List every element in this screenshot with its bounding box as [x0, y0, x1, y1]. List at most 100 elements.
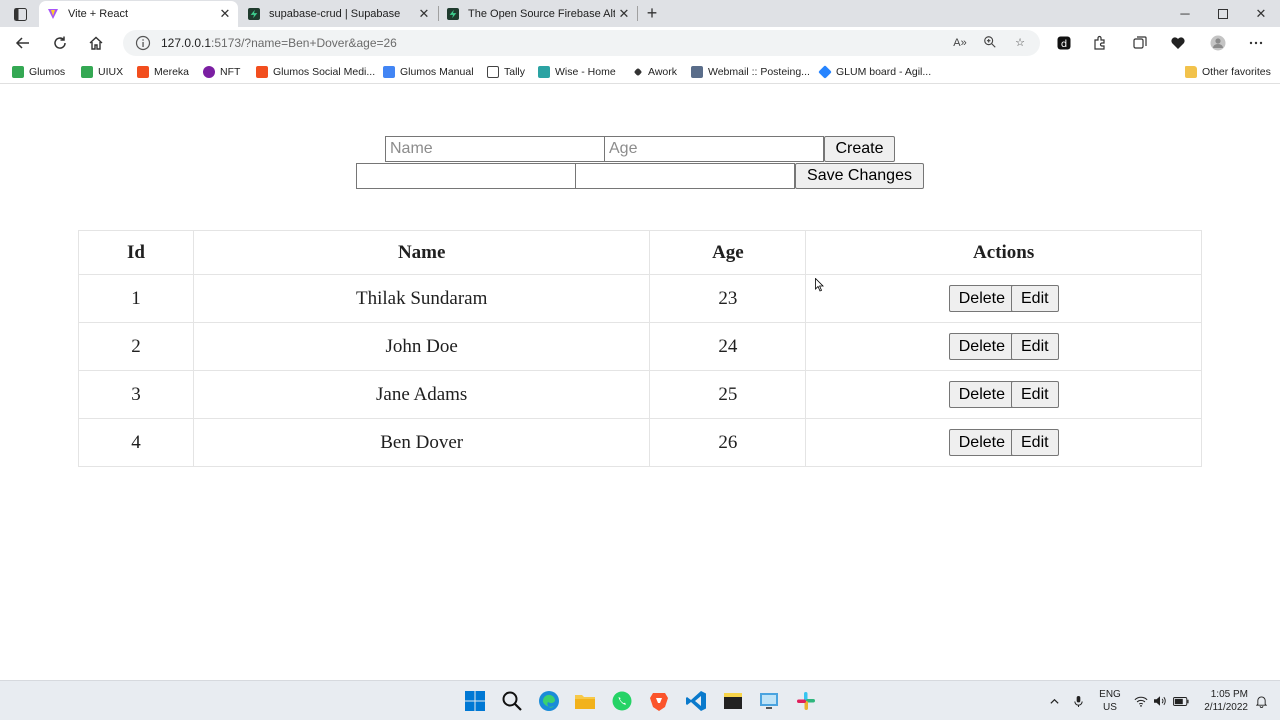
tab-title: The Open Source Firebase Altern — [468, 8, 615, 20]
page-icon — [487, 65, 499, 78]
vscode-icon[interactable] — [685, 690, 707, 712]
whatsapp-icon[interactable] — [611, 690, 633, 712]
bookmark-awork[interactable]: Awork — [632, 63, 677, 80]
slack-icon[interactable] — [795, 690, 817, 712]
clock[interactable]: 1:05 PM 2/11/2022 — [1196, 688, 1248, 714]
table-row: 1 Thilak Sundaram 23 Delete Edit — [78, 274, 1202, 323]
vite-icon — [47, 8, 59, 20]
home-icon[interactable] — [84, 32, 108, 54]
svg-text:d: d — [1061, 39, 1067, 50]
extensions-puzzle-icon[interactable] — [1088, 32, 1112, 54]
supabase-icon — [248, 8, 260, 20]
bookmark-wise-home[interactable]: Wise - Home — [538, 63, 616, 80]
bookmark-glumos-social[interactable]: Glumos Social Medi... — [256, 63, 375, 80]
close-tab-icon[interactable]: ✕ — [415, 5, 433, 23]
edit-age-input[interactable] — [575, 163, 795, 189]
bookmark-nft[interactable]: NFT — [203, 63, 240, 80]
brave-browser-icon[interactable] — [648, 690, 670, 712]
more-options-icon[interactable] — [1244, 32, 1268, 54]
site-info-icon[interactable] — [135, 35, 151, 51]
create-name-input[interactable] — [385, 136, 605, 162]
windows-taskbar: ENG US 1:05 PM 2/11/2022 — [0, 680, 1280, 720]
microphone-icon[interactable] — [1070, 681, 1086, 720]
edge-browser-icon[interactable] — [538, 690, 560, 712]
edit-button[interactable]: Edit — [1011, 381, 1059, 408]
tab-supabase-crud[interactable]: supabase-crud | Supabase ✕ — [240, 1, 437, 27]
browser-tab-strip: Vite + React ✕ supabase-crud | Supabase … — [0, 0, 1280, 27]
add-favorite-icon[interactable]: ☆ — [1012, 35, 1028, 51]
jira-icon — [818, 64, 832, 79]
language-code: ENG — [1099, 689, 1121, 700]
close-window-icon[interactable]: ✕ — [1242, 0, 1280, 27]
remote-desktop-icon[interactable] — [758, 690, 780, 712]
extension-d-icon[interactable]: d — [1052, 32, 1076, 54]
bookmark-webmail[interactable]: Webmail :: Posteing... — [691, 63, 810, 80]
bookmark-label: NFT — [220, 65, 241, 78]
sticky-notes-icon[interactable] — [722, 690, 744, 712]
tab-vite-react[interactable]: Vite + React ✕ — [39, 1, 238, 27]
volume-icon[interactable] — [1152, 681, 1168, 720]
users-table: Id Name Age Actions 1 Thilak Sundaram 23… — [78, 230, 1202, 467]
bookmark-mereka[interactable]: Mereka — [137, 63, 189, 80]
new-tab-plus-icon[interactable]: + — [642, 3, 662, 23]
cell-id: 2 — [78, 322, 194, 371]
notifications-icon[interactable] — [1254, 681, 1268, 720]
file-explorer-icon[interactable] — [574, 690, 596, 712]
region-code: US — [1103, 702, 1117, 713]
address-bar[interactable]: 127.0.0.1:5173/?name=Ben+Dover&age=26 A»… — [123, 30, 1040, 56]
cell-name: Jane Adams — [192, 370, 651, 419]
clock-date: 2/11/2022 — [1204, 702, 1248, 713]
refresh-icon[interactable] — [48, 32, 72, 54]
bookmark-label: GLUM board - Agil... — [836, 65, 932, 78]
edit-button[interactable]: Edit — [1011, 429, 1059, 456]
profile-avatar-icon[interactable] — [1206, 32, 1230, 54]
tab-open-source-firebase[interactable]: The Open Source Firebase Altern ✕ — [439, 1, 637, 27]
collections-icon[interactable] — [1128, 32, 1152, 54]
delete-button[interactable]: Delete — [948, 429, 1015, 456]
table-row: 3 Jane Adams 25 Delete Edit — [78, 370, 1202, 419]
close-tab-icon[interactable]: ✕ — [615, 5, 633, 23]
delete-button[interactable]: Delete — [948, 333, 1015, 360]
uiux-icon — [81, 65, 93, 78]
edit-button[interactable]: Edit — [1011, 333, 1059, 360]
zoom-icon[interactable] — [982, 35, 998, 51]
search-icon[interactable] — [501, 690, 523, 712]
webmail-icon — [691, 65, 703, 78]
header-actions: Actions — [805, 230, 1202, 275]
cell-name: Ben Dover — [192, 418, 651, 467]
browser-essentials-icon[interactable] — [1166, 32, 1190, 54]
input-language-indicator[interactable]: ENG US — [1096, 688, 1124, 714]
cell-id: 4 — [78, 418, 194, 467]
delete-button[interactable]: Delete — [948, 285, 1015, 312]
battery-icon[interactable] — [1172, 681, 1190, 720]
browser-toolbar: 127.0.0.1:5173/?name=Ben+Dover&age=26 A»… — [0, 27, 1280, 59]
bookmark-glumos-manual[interactable]: Glumos Manual — [383, 63, 474, 80]
bookmark-glum-board[interactable]: GLUM board - Agil... — [818, 63, 932, 80]
back-arrow-icon[interactable] — [11, 32, 35, 54]
bookmark-glumos[interactable]: Glumos — [12, 63, 65, 80]
other-favorites[interactable]: Other favorites — [1185, 63, 1271, 80]
create-age-input[interactable] — [604, 136, 824, 162]
read-aloud-icon[interactable]: A» — [952, 35, 968, 51]
glumos-icon — [12, 65, 24, 78]
docs-icon — [383, 65, 395, 78]
bookmark-label: Webmail :: Posteing... — [708, 65, 810, 78]
url-text[interactable]: 127.0.0.1:5173/?name=Ben+Dover&age=26 — [161, 30, 397, 56]
wifi-icon[interactable] — [1132, 681, 1150, 720]
save-changes-button[interactable]: Save Changes — [795, 163, 924, 189]
show-hidden-icons-chevron-icon[interactable] — [1046, 681, 1062, 720]
edit-button[interactable]: Edit — [1011, 285, 1059, 312]
tab-actions-icon[interactable] — [8, 5, 32, 23]
windows-start-icon[interactable] — [464, 690, 486, 712]
bookmark-label: Awork — [648, 65, 677, 78]
create-button[interactable]: Create — [824, 136, 895, 162]
cell-id: 1 — [78, 274, 194, 323]
edit-name-input[interactable] — [356, 163, 576, 189]
minimize-icon[interactable]: ─ — [1166, 0, 1204, 27]
bookmark-uiux[interactable]: UIUX — [81, 63, 123, 80]
mouse-cursor-icon — [815, 278, 824, 292]
close-tab-icon[interactable]: ✕ — [216, 5, 234, 23]
delete-button[interactable]: Delete — [948, 381, 1015, 408]
bookmark-tally[interactable]: Tally — [487, 63, 525, 80]
maximize-icon[interactable] — [1204, 0, 1242, 27]
